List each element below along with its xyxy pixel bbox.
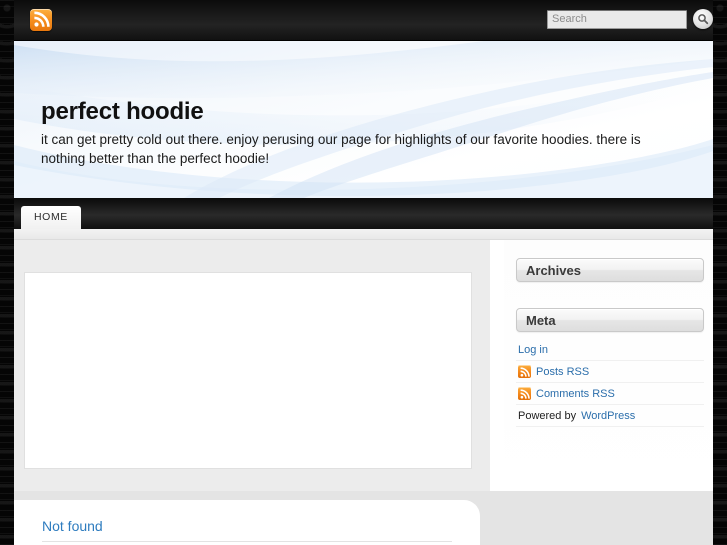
widget-meta: Meta Log in Posts RSS Comments RSS Power… bbox=[516, 308, 704, 427]
content-area: Archives Meta Log in Posts RSS Comments … bbox=[14, 229, 713, 545]
not-found-panel: Not found bbox=[14, 500, 480, 545]
widget-archives-title: Archives bbox=[516, 258, 704, 282]
list-item[interactable]: Posts RSS bbox=[516, 361, 704, 383]
rss-glyph bbox=[34, 11, 50, 27]
site-banner: perfect hoodie it can get pretty cold ou… bbox=[14, 41, 713, 198]
meta-link-comments-rss[interactable]: Comments RSS bbox=[536, 383, 615, 405]
list-item[interactable]: Log in bbox=[516, 339, 704, 361]
site-tagline: it can get pretty cold out there. enjoy … bbox=[41, 132, 641, 167]
meta-link-wordpress[interactable]: WordPress bbox=[581, 405, 635, 427]
powered-by-label: Powered by bbox=[518, 409, 577, 422]
meta-list: Log in Posts RSS Comments RSS Powered by… bbox=[516, 339, 704, 427]
content-top-strip bbox=[14, 229, 713, 240]
page-root: perfect hoodie it can get pretty cold ou… bbox=[0, 0, 727, 545]
left-edge-pattern bbox=[0, 0, 14, 545]
meta-link-login[interactable]: Log in bbox=[518, 339, 548, 361]
not-found-divider bbox=[42, 541, 452, 542]
content-right-filler bbox=[480, 491, 713, 545]
rss-glyph bbox=[520, 367, 530, 377]
magnifier-icon bbox=[698, 14, 709, 25]
widget-meta-title: Meta bbox=[516, 308, 704, 332]
list-item[interactable]: Comments RSS bbox=[516, 383, 704, 405]
search-button[interactable] bbox=[693, 9, 713, 29]
site-title: perfect hoodie bbox=[41, 98, 204, 125]
search-input[interactable] bbox=[547, 9, 687, 29]
main-column bbox=[14, 240, 490, 491]
top-bar bbox=[0, 0, 727, 41]
rss-glyph bbox=[520, 389, 530, 399]
rss-feed-icon bbox=[518, 365, 531, 378]
sidebar-inner: Archives Meta Log in Posts RSS Comments … bbox=[504, 240, 713, 491]
banner-text-block: perfect hoodie it can get pretty cold ou… bbox=[41, 98, 681, 169]
primary-nav: HOME bbox=[14, 198, 713, 229]
rss-feed-icon[interactable] bbox=[30, 9, 52, 31]
widget-archives: Archives bbox=[516, 258, 704, 282]
meta-link-posts-rss[interactable]: Posts RSS bbox=[536, 361, 589, 383]
search-area bbox=[547, 9, 713, 29]
nav-list: HOME bbox=[14, 198, 713, 229]
sidebar: Archives Meta Log in Posts RSS Comments … bbox=[490, 240, 713, 491]
rss-feed-icon bbox=[518, 387, 531, 400]
nav-item-home[interactable]: HOME bbox=[21, 206, 81, 229]
right-edge-pattern bbox=[713, 0, 727, 545]
post-content-box bbox=[24, 272, 472, 469]
list-item[interactable]: Powered by WordPress bbox=[516, 405, 704, 427]
not-found-title: Not found bbox=[42, 518, 103, 534]
